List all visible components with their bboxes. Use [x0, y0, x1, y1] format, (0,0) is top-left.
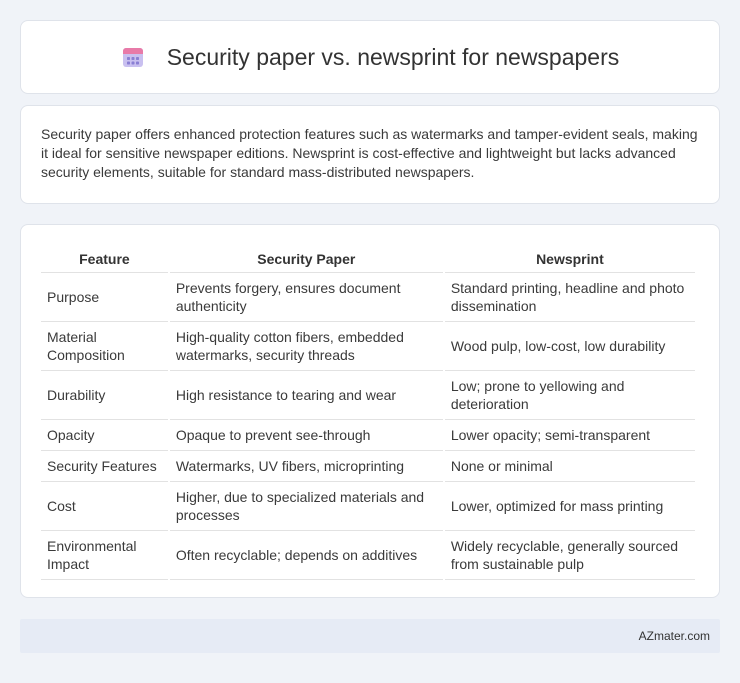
- cell-newsprint: None or minimal: [444, 451, 695, 482]
- footer-site-name: AZmater.com: [638, 629, 710, 643]
- cell-security-paper: Watermarks, UV fibers, microprinting: [169, 451, 443, 482]
- cell-security-paper: Opaque to prevent see-through: [169, 420, 443, 451]
- table-row: Material Composition High-quality cotton…: [41, 322, 695, 371]
- page-title: Security paper vs. newsprint for newspap…: [166, 43, 620, 70]
- cell-security-paper: Prevents forgery, ensures document authe…: [169, 273, 443, 322]
- cell-security-paper: Higher, due to specialized materials and…: [169, 482, 443, 531]
- cell-newsprint: Widely recyclable, generally sourced fro…: [444, 531, 695, 580]
- cell-feature: Durability: [41, 371, 168, 420]
- table-row: Purpose Prevents forgery, ensures docume…: [41, 273, 695, 322]
- cell-newsprint: Low; prone to yellowing and deterioratio…: [444, 371, 695, 420]
- table-row: Cost Higher, due to specialized material…: [41, 482, 695, 531]
- cell-newsprint: Lower opacity; semi-transparent: [444, 420, 695, 451]
- title-card: Security paper vs. newsprint for newspap…: [20, 20, 720, 94]
- table-header-row: Feature Security Paper Newsprint: [41, 245, 695, 273]
- cell-feature: Security Features: [41, 451, 168, 482]
- comparison-table: Feature Security Paper Newsprint Purpose…: [39, 245, 697, 580]
- cell-feature: Material Composition: [41, 322, 168, 371]
- comparison-table-card: Feature Security Paper Newsprint Purpose…: [20, 224, 720, 598]
- header-security-paper: Security Paper: [169, 245, 443, 273]
- cell-feature: Purpose: [41, 273, 168, 322]
- title-row: Security paper vs. newsprint for newspap…: [21, 21, 719, 93]
- cell-feature: Cost: [41, 482, 168, 531]
- calendar-icon: [122, 48, 143, 67]
- header-feature: Feature: [41, 245, 168, 273]
- table-row: Durability High resistance to tearing an…: [41, 371, 695, 420]
- table-row: Environmental Impact Often recyclable; d…: [41, 531, 695, 580]
- footer: AZmater.com: [20, 619, 720, 653]
- cell-security-paper: Often recyclable; depends on additives: [169, 531, 443, 580]
- intro-card: Security paper offers enhanced protectio…: [20, 105, 720, 204]
- cell-feature: Opacity: [41, 420, 168, 451]
- table-row: Security Features Watermarks, UV fibers,…: [41, 451, 695, 482]
- cell-newsprint: Standard printing, headline and photo di…: [444, 273, 695, 322]
- cell-security-paper: High resistance to tearing and wear: [169, 371, 443, 420]
- cell-newsprint: Lower, optimized for mass printing: [444, 482, 695, 531]
- cell-newsprint: Wood pulp, low-cost, low durability: [444, 322, 695, 371]
- intro-text: Security paper offers enhanced protectio…: [41, 126, 698, 180]
- cell-security-paper: High-quality cotton fibers, embedded wat…: [169, 322, 443, 371]
- table-row: Opacity Opaque to prevent see-through Lo…: [41, 420, 695, 451]
- header-newsprint: Newsprint: [444, 245, 695, 273]
- cell-feature: Environmental Impact: [41, 531, 168, 580]
